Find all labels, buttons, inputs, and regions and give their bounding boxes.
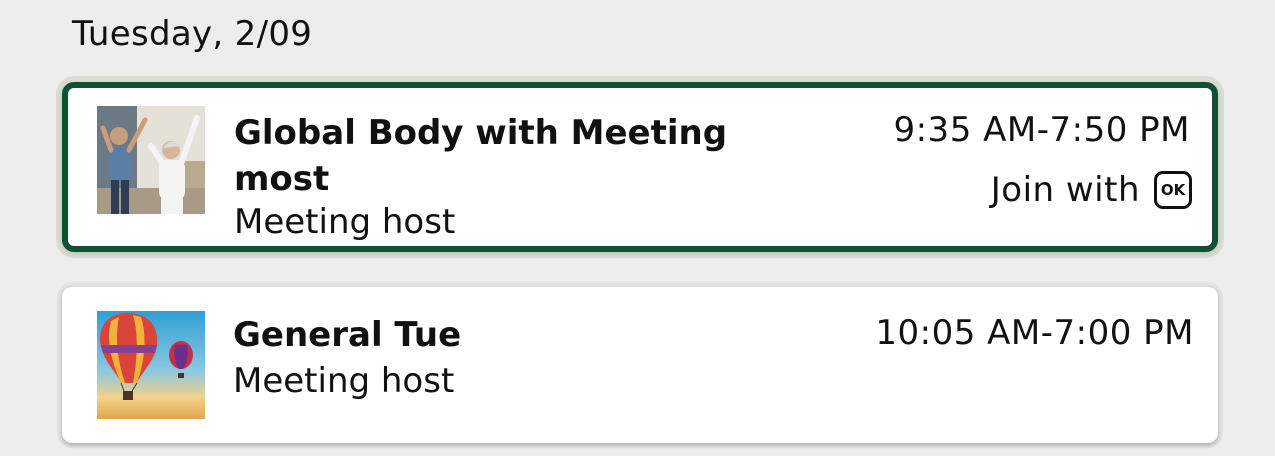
join-label: Join with xyxy=(990,170,1140,210)
meeting-title: Global Body with Meeting most xyxy=(234,113,728,199)
meeting-card-selected[interactable]: Global Body with Meeting most Meeting ho… xyxy=(62,82,1218,252)
meeting-title: General Tue xyxy=(233,315,462,355)
meeting-thumbnail-exercise xyxy=(97,106,205,214)
meeting-time: 9:35 AM-7:50 PM xyxy=(893,110,1190,150)
meeting-thumbnail-balloons xyxy=(97,311,205,419)
ok-button-icon: OK xyxy=(1154,171,1192,209)
meeting-host: Meeting host xyxy=(233,361,455,401)
meeting-time: 10:05 AM-7:00 PM xyxy=(875,313,1194,353)
meeting-host: Meeting host xyxy=(234,202,456,242)
join-with-ok-button[interactable]: Join with OK xyxy=(991,170,1192,210)
meeting-card[interactable]: General Tue Meeting host 10:05 AM-7:00 P… xyxy=(62,287,1218,443)
date-heading: Tuesday, 2/09 xyxy=(72,14,313,54)
